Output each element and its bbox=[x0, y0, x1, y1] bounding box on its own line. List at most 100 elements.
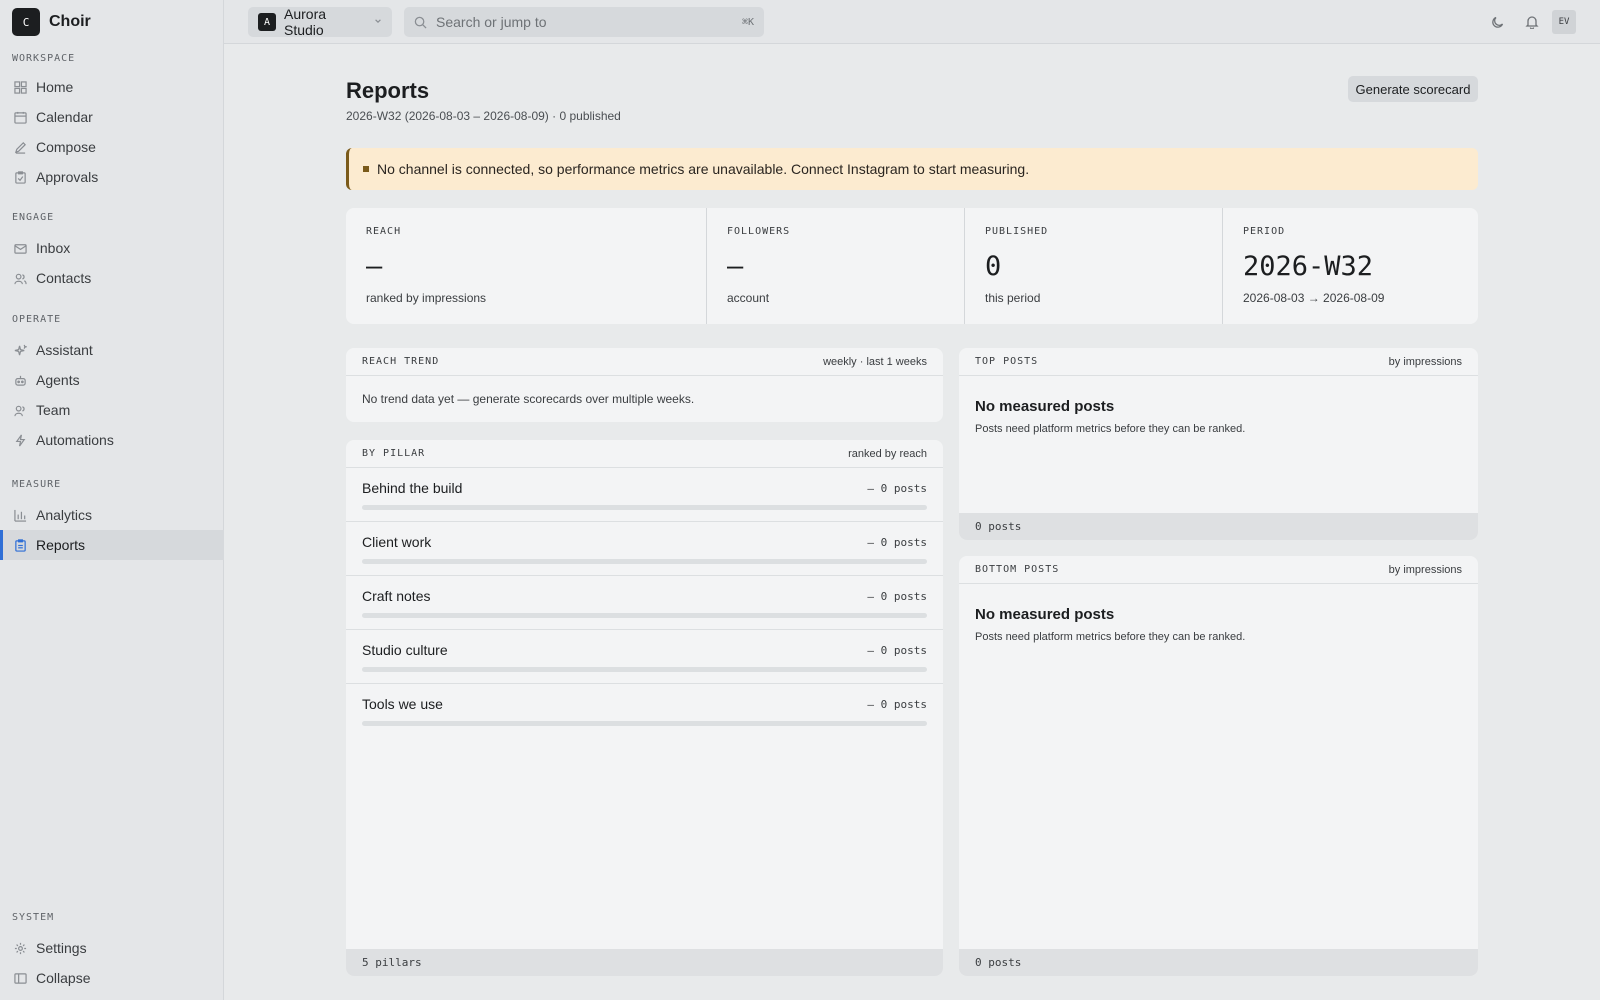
chevron-down-icon bbox=[374, 17, 382, 28]
sidebar-item-team[interactable]: Team bbox=[0, 395, 224, 425]
nav-group-system: SYSTEM Settings Collapse bbox=[0, 911, 224, 993]
warning-alert: No channel is connected, so performance … bbox=[346, 148, 1478, 190]
panel-header: TOP POSTS by impressions bbox=[959, 348, 1478, 376]
nav-heading: ENGAGE bbox=[12, 212, 55, 223]
inbox-icon bbox=[13, 241, 27, 255]
stat-value: 0 bbox=[985, 251, 1002, 282]
generate-scorecard-button[interactable]: Generate scorecard bbox=[1348, 76, 1478, 102]
pillar-name: Studio culture bbox=[362, 642, 448, 658]
panel-header: REACH TREND weekly · last 1 weeks bbox=[346, 348, 943, 376]
pillar-row[interactable]: Client work — 0 posts bbox=[346, 522, 943, 576]
empty-state-title: No measured posts bbox=[975, 398, 1115, 415]
bot-icon bbox=[13, 373, 27, 387]
alert-text: No channel is connected, so performance … bbox=[377, 161, 1030, 177]
page-title: Reports bbox=[346, 78, 430, 103]
pillar-name: Client work bbox=[362, 534, 432, 550]
pillar-count: — 0 posts bbox=[867, 535, 927, 549]
sidebar-item-calendar[interactable]: Calendar bbox=[0, 102, 224, 132]
empty-state: No measured posts Posts need platform me… bbox=[959, 584, 1478, 643]
bell-icon[interactable] bbox=[1522, 12, 1542, 32]
stat-reach: REACH — ranked by impressions bbox=[346, 208, 706, 324]
sidebar: C Choir WORKSPACE Home Calendar Compose … bbox=[0, 0, 224, 1000]
panel-meta: by impressions bbox=[1388, 355, 1462, 368]
sidebar-item-label: Settings bbox=[36, 940, 87, 956]
pillar-count: — 0 posts bbox=[867, 643, 927, 657]
avatar[interactable]: EV bbox=[1552, 10, 1576, 34]
panel-header: BY PILLAR ranked by reach bbox=[346, 440, 943, 468]
pillar-count: — 0 posts bbox=[867, 697, 927, 711]
report-icon bbox=[13, 538, 27, 552]
nav-heading: SYSTEM bbox=[12, 912, 55, 923]
panel-title: TOP POSTS bbox=[975, 356, 1039, 367]
sidebar-item-label: Analytics bbox=[36, 507, 93, 523]
sidebar-item-compose[interactable]: Compose bbox=[0, 132, 224, 162]
nav-heading: OPERATE bbox=[12, 314, 62, 325]
empty-state-text: Posts need platform metrics before they … bbox=[975, 631, 1246, 643]
panel-meta: ranked by reach bbox=[848, 447, 927, 460]
sidebar-item-settings[interactable]: Settings bbox=[0, 933, 224, 963]
panel-title: BOTTOM POSTS bbox=[975, 564, 1060, 575]
bolt-icon bbox=[13, 433, 27, 447]
alert-square-icon bbox=[363, 166, 369, 172]
sidebar-item-label: Agents bbox=[36, 372, 80, 388]
search-bar[interactable]: ⌘K bbox=[404, 7, 764, 37]
by-pillar-panel: BY PILLAR ranked by reach Behind the bui… bbox=[346, 440, 943, 976]
sidebar-item-automations[interactable]: Automations bbox=[0, 425, 224, 455]
sidebar-item-label: Assistant bbox=[36, 342, 93, 358]
nav-group-workspace: WORKSPACE Home Calendar Compose Approval… bbox=[0, 52, 224, 192]
pillar-row[interactable]: Behind the build — 0 posts bbox=[346, 468, 943, 522]
empty-state-text: No trend data yet — generate scorecards … bbox=[362, 392, 695, 406]
sidebar-item-label: Team bbox=[36, 402, 71, 418]
workspace-switcher[interactable]: A Aurora Studio bbox=[248, 6, 392, 38]
search-input[interactable] bbox=[436, 14, 733, 30]
sidebar-collapse-icon bbox=[13, 971, 27, 985]
sparkle-icon bbox=[13, 343, 27, 357]
bottom-posts-panel: BOTTOM POSTS by impressions No measured … bbox=[959, 556, 1478, 976]
brand[interactable]: C Choir bbox=[12, 8, 91, 36]
sidebar-item-contacts[interactable]: Contacts bbox=[0, 263, 224, 293]
sidebar-item-label: Inbox bbox=[36, 240, 71, 256]
workspace-badge: A bbox=[258, 13, 276, 31]
sidebar-item-analytics[interactable]: Analytics bbox=[0, 500, 224, 530]
pillar-row[interactable]: Studio culture — 0 posts bbox=[346, 630, 943, 684]
pillar-name: Craft notes bbox=[362, 588, 431, 604]
stat-value: — bbox=[366, 251, 383, 282]
sidebar-item-label: Reports bbox=[36, 537, 86, 553]
moon-icon[interactable] bbox=[1488, 12, 1508, 32]
stat-note: account bbox=[727, 291, 770, 305]
sidebar-item-approvals[interactable]: Approvals bbox=[0, 162, 224, 192]
stat-value: 2026-W32 bbox=[1243, 251, 1374, 282]
clipboard-check-icon bbox=[13, 170, 27, 184]
sidebar-item-label: Collapse bbox=[36, 970, 91, 986]
sidebar-item-reports[interactable]: Reports bbox=[0, 530, 224, 560]
pillar-row[interactable]: Tools we use — 0 posts bbox=[346, 684, 943, 738]
pillar-name: Tools we use bbox=[362, 696, 443, 712]
panel-meta: by impressions bbox=[1388, 563, 1462, 576]
pillar-bar bbox=[362, 667, 927, 672]
pillar-row[interactable]: Craft notes — 0 posts bbox=[346, 576, 943, 630]
pillar-bar bbox=[362, 505, 927, 510]
sidebar-item-agents[interactable]: Agents bbox=[0, 365, 224, 395]
grid-icon bbox=[13, 80, 27, 94]
sidebar-item-label: Calendar bbox=[36, 109, 93, 125]
sidebar-item-label: Automations bbox=[36, 432, 114, 448]
pillar-count: — 0 posts bbox=[867, 481, 927, 495]
users-icon bbox=[13, 271, 27, 285]
sidebar-item-collapse[interactable]: Collapse bbox=[0, 963, 224, 993]
pen-icon bbox=[13, 140, 27, 154]
pillar-bar bbox=[362, 721, 927, 726]
nav-group-operate: OPERATE Assistant Agents Team Automation… bbox=[0, 313, 224, 455]
sidebar-item-assistant[interactable]: Assistant bbox=[0, 335, 224, 365]
sidebar-item-inbox[interactable]: Inbox bbox=[0, 233, 224, 263]
stat-period: PERIOD 2026-W32 2026-08-03 → 2026-08-09 bbox=[1222, 208, 1478, 324]
nav-group-measure: MEASURE Analytics Reports bbox=[0, 478, 224, 560]
empty-state-title: No measured posts bbox=[975, 606, 1115, 623]
calendar-icon bbox=[13, 110, 27, 124]
panel-header: BOTTOM POSTS by impressions bbox=[959, 556, 1478, 584]
panel-meta: weekly · last 1 weeks bbox=[823, 355, 927, 368]
sidebar-item-home[interactable]: Home bbox=[0, 72, 224, 102]
page-subtitle: 2026-W32 (2026-08-03 – 2026-08-09) · 0 p… bbox=[346, 109, 621, 123]
panel-title: BY PILLAR bbox=[362, 448, 426, 459]
stat-label: REACH bbox=[366, 226, 402, 237]
pillar-name: Behind the build bbox=[362, 480, 463, 496]
